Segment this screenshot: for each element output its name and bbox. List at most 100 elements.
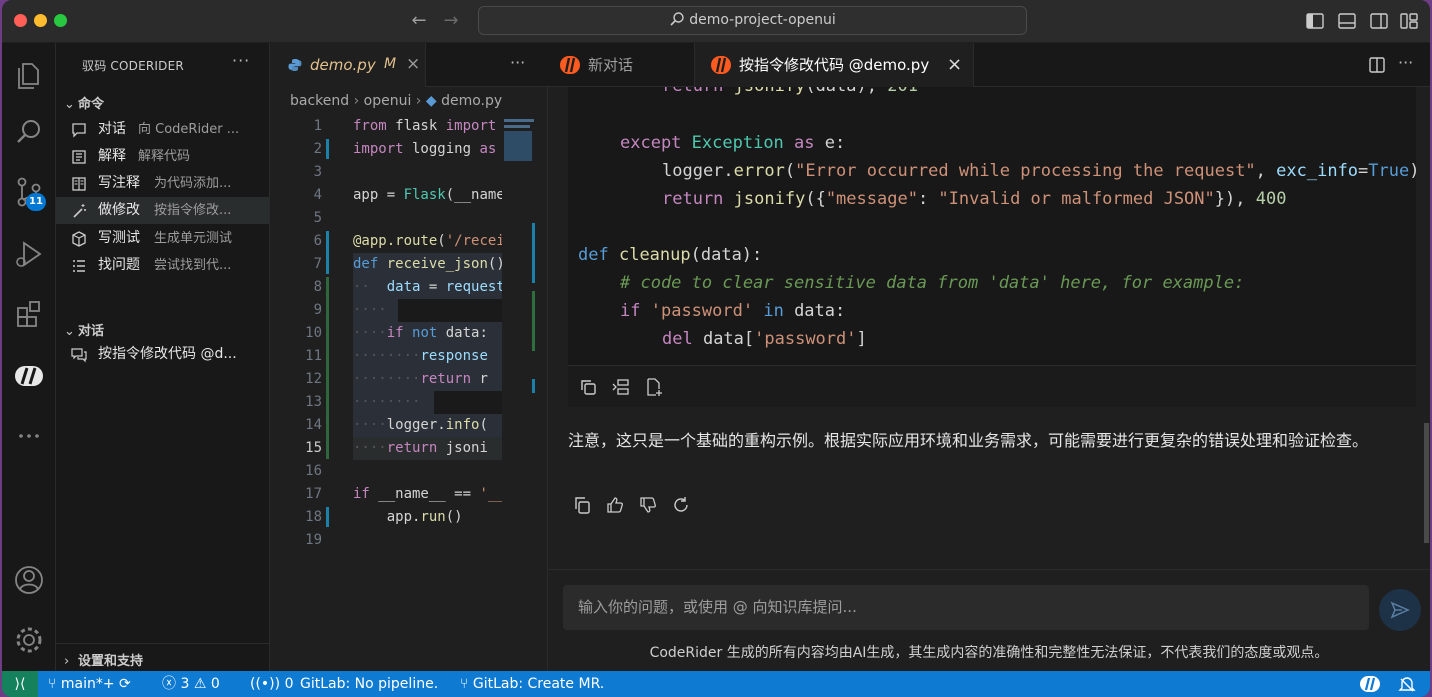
chats-section-label: 对话: [78, 324, 105, 339]
copy-icon[interactable]: [572, 495, 592, 515]
zoom-window-button[interactable]: [54, 14, 67, 27]
toggle-panel-icon[interactable]: [1336, 10, 1358, 32]
remote-icon: ⟩⟨: [14, 676, 26, 692]
minimap-slider[interactable]: [504, 131, 532, 161]
command-explain[interactable]: 解释 解释代码: [56, 143, 269, 170]
error-icon: ⓧ: [162, 676, 181, 692]
command-find-issues[interactable]: 找问题 尝试找到代...: [56, 252, 269, 279]
explorer-icon[interactable]: [10, 55, 48, 93]
command-label: 写注释: [98, 175, 140, 191]
search-icon[interactable]: [10, 113, 48, 151]
diff-modified-marker: [326, 507, 329, 527]
coderider-chat-panel: 新对话 按指令修改代码 @demo.py × ··· return jsonif…: [548, 43, 1430, 671]
extensions-icon[interactable]: [10, 295, 48, 333]
blank-line-block: [398, 299, 502, 322]
commands-section-header[interactable]: ⌄ 命令: [64, 93, 104, 112]
commands-section-label: 命令: [78, 97, 105, 112]
activity-bar: 11: [2, 43, 56, 671]
gitlab-pipeline-status[interactable]: GitLab: No pipeline.: [300, 671, 438, 697]
diff-added-marker: [326, 277, 329, 459]
app-window: ← → demo-project-openui 11 驭码 CODERIDER …: [2, 0, 1430, 697]
toggle-primary-sidebar-icon[interactable]: [1304, 10, 1326, 32]
send-button[interactable]: [1379, 589, 1421, 631]
chat-history-label: 按指令修改代码 @d...: [98, 346, 237, 362]
chat-tab-bar: 新对话 按指令修改代码 @demo.py × ···: [548, 43, 1430, 87]
minimize-window-button[interactable]: [34, 14, 47, 27]
close-window-button[interactable]: [14, 14, 27, 27]
chat-bubbles-icon: [71, 348, 87, 363]
book-icon: [72, 150, 86, 164]
coderider-status-icon[interactable]: [1360, 676, 1380, 692]
forward-arrow-icon[interactable]: →: [438, 9, 464, 33]
tab-filename: demo.py: [310, 56, 376, 74]
blank-line-block: [434, 391, 502, 414]
editor-more-button[interactable]: ···: [510, 53, 525, 72]
regenerate-icon[interactable]: [671, 495, 691, 515]
diff-modified-marker: [326, 139, 329, 159]
chat-scrollbar[interactable]: [1424, 423, 1429, 543]
code-block-toolbar: [568, 365, 1416, 407]
command-edit[interactable]: 做修改 按指令修改...: [56, 197, 269, 224]
tab-new-chat[interactable]: 新对话: [560, 43, 700, 87]
notebook-icon: [72, 177, 86, 191]
merge-request-icon: ⑂: [460, 676, 473, 692]
coderider-icon[interactable]: [10, 357, 48, 395]
magic-wand-icon: [73, 204, 86, 218]
tab-label: 按指令修改代码 @demo.py: [739, 56, 930, 74]
code-editor[interactable]: 1 2 3 4 5 6 7 8 9 10 11 12 13 14 15 16 17 18 19 from flask…: [270, 115, 502, 575]
search-icon: [670, 12, 684, 26]
notifications-bell-icon[interactable]: [1398, 676, 1416, 692]
toggle-secondary-sidebar-icon[interactable]: [1368, 10, 1390, 32]
thumbs-down-icon[interactable]: [638, 495, 658, 515]
breadcrumb: backend › openui › ◆ demo.py: [290, 93, 503, 109]
copy-icon[interactable]: [579, 378, 597, 396]
ports-indicator[interactable]: ((•)) 0: [250, 671, 293, 697]
breadcrumb-item[interactable]: openui: [364, 93, 412, 109]
breadcrumb-item[interactable]: demo.py: [441, 93, 502, 109]
new-file-icon[interactable]: [645, 378, 663, 396]
settings-support-label: 设置和支持: [78, 654, 144, 669]
chat-history-item[interactable]: 按指令修改代码 @d...: [56, 341, 269, 368]
run-debug-icon[interactable]: [10, 235, 48, 273]
assistant-note: 注意，这只是一个基础的重构示例。根据实际应用环境和业务需求，可能需要进行更复杂的…: [568, 431, 1369, 450]
breadcrumb-item[interactable]: backend: [290, 93, 349, 109]
command-description: 向 CodeRider ...: [138, 122, 240, 137]
sidebar-more-button[interactable]: ···: [232, 51, 250, 70]
command-description: 为代码添加...: [154, 176, 232, 191]
command-comment[interactable]: 写注释 为代码添加...: [56, 170, 269, 197]
thumbs-up-icon[interactable]: [605, 495, 625, 515]
branch-indicator[interactable]: ⑂ main*+ ⟳: [48, 671, 131, 697]
command-center-search[interactable]: demo-project-openui: [478, 6, 1027, 35]
tab-close-button[interactable]: ×: [406, 54, 420, 74]
more-icon[interactable]: [10, 417, 48, 455]
coderider-logo-icon: [711, 56, 731, 74]
tab-edit-code-chat[interactable]: 按指令修改代码 @demo.py ×: [694, 43, 974, 87]
customize-layout-icon[interactable]: [1398, 10, 1420, 32]
chats-section-header[interactable]: ⌄ 对话: [64, 320, 104, 339]
tab-close-button[interactable]: ×: [947, 43, 962, 87]
minimap[interactable]: [502, 115, 536, 415]
tab-label: 新对话: [588, 56, 634, 74]
chat-more-button[interactable]: ···: [1398, 53, 1413, 72]
command-chat[interactable]: 对话 向 CodeRider ...: [56, 116, 269, 143]
account-icon[interactable]: [10, 561, 48, 599]
ports-count: 0: [284, 676, 294, 692]
chat-input[interactable]: 输入你的问题，或使用 @ 向知识库提问...: [563, 585, 1369, 630]
checklist-icon: [73, 260, 85, 272]
command-description: 生成单元测试: [154, 231, 233, 246]
gitlab-create-mr[interactable]: ⑂ GitLab: Create MR.: [460, 671, 604, 697]
command-label: 写测试: [98, 230, 140, 246]
title-bar: ← → demo-project-openui: [2, 0, 1430, 43]
insert-code-icon[interactable]: [612, 378, 630, 396]
tab-demo-py[interactable]: demo.py M ×: [270, 43, 426, 87]
settings-gear-icon[interactable]: [10, 621, 48, 659]
back-arrow-icon[interactable]: ←: [406, 9, 432, 33]
command-label: 做修改: [98, 202, 140, 218]
remote-indicator[interactable]: ⟩⟨: [2, 671, 38, 697]
command-test[interactable]: 写测试 生成单元测试: [56, 225, 269, 252]
settings-support-section-header[interactable]: › 设置和支持: [64, 650, 143, 669]
split-editor-icon[interactable]: [1368, 56, 1386, 74]
command-label: 找问题: [98, 257, 140, 273]
problems-indicator[interactable]: ⓧ 3 ⚠ 0: [162, 671, 220, 697]
editor-tab-bar: demo.py M × ···: [270, 43, 548, 87]
